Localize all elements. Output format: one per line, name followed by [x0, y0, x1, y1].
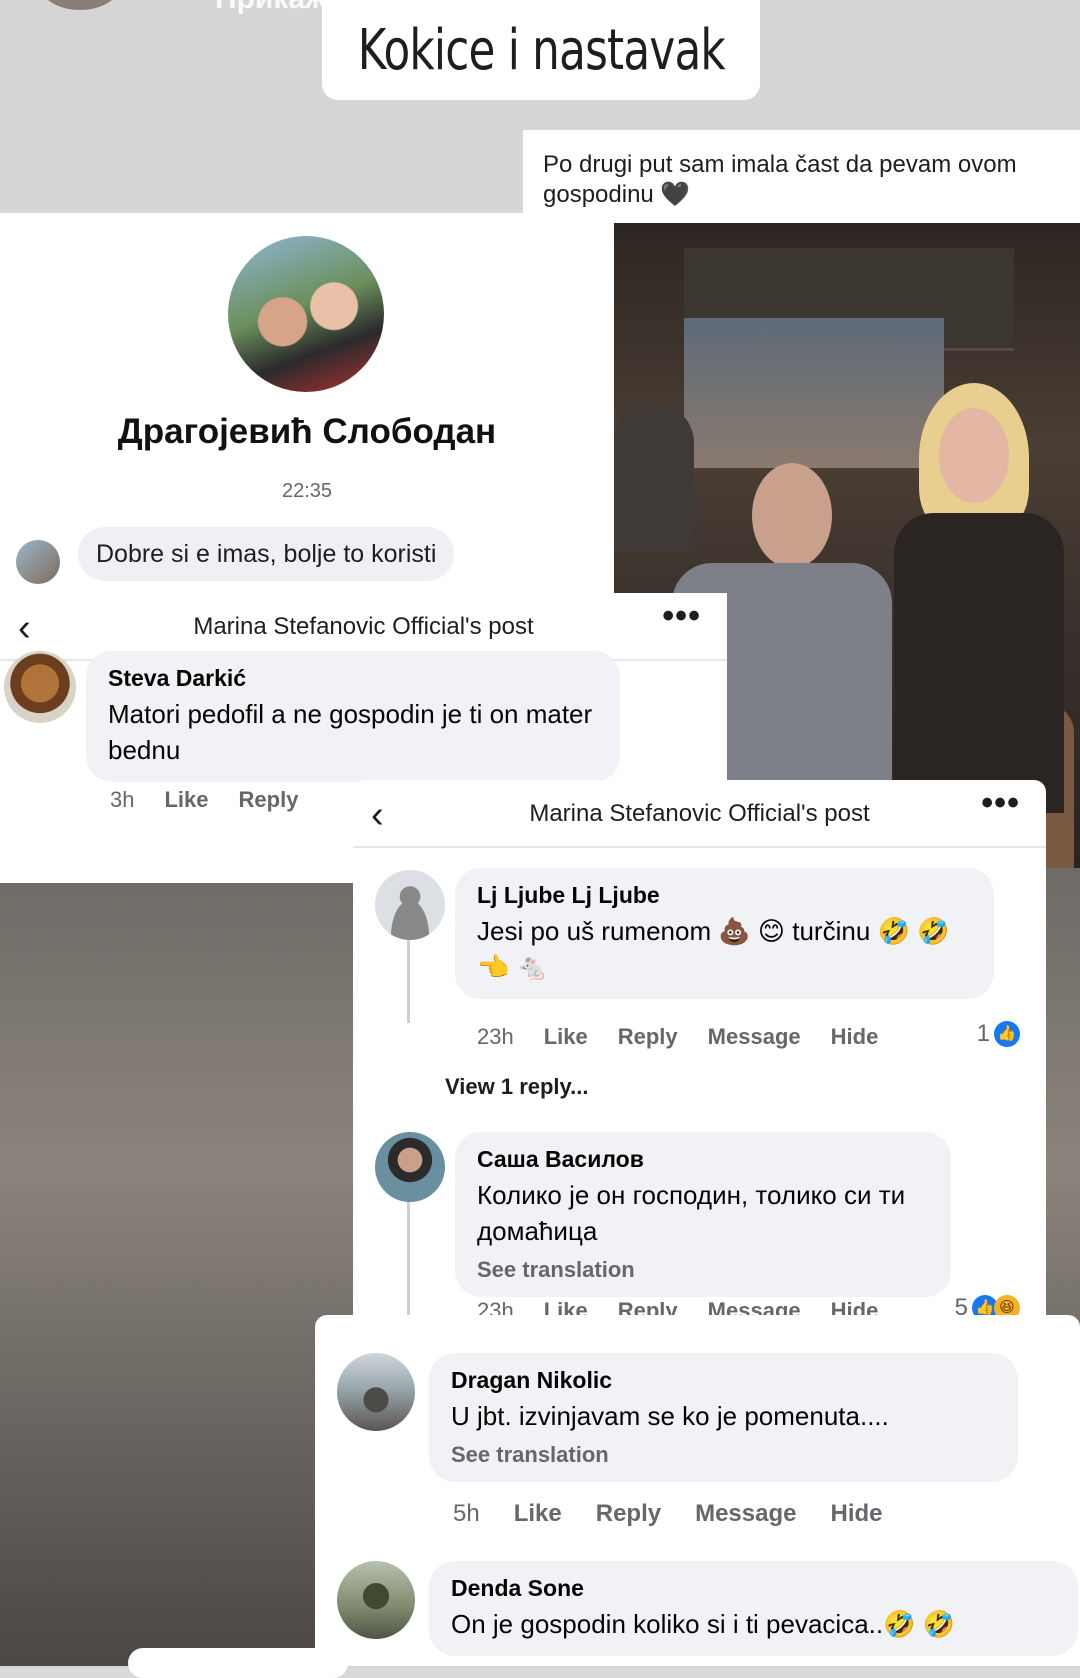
profile-name: Драгојевић Слободан — [117, 412, 497, 451]
comment-text: Jesi po uš rumenom 💩 😊 turčinu 🤣 🤣 👈 🐁 — [477, 916, 950, 982]
hide-button[interactable]: Hide — [830, 1500, 882, 1528]
comment-bubble: Dragan Nikolic U jbt. izvinjavam se ko j… — [429, 1353, 1018, 1482]
comment-time: 3h — [110, 787, 135, 812]
reply-button[interactable]: Reply — [596, 1500, 661, 1528]
reply-button[interactable]: Reply — [239, 787, 299, 813]
profile-avatar[interactable] — [228, 236, 384, 392]
like-button[interactable]: Like — [164, 787, 208, 813]
post-header-title: Marina Stefanovic Official's post — [529, 800, 870, 827]
comment-author[interactable]: Denda Sone — [451, 1575, 1056, 1602]
story-reply-bar[interactable] — [128, 1648, 348, 1678]
comment-text: U jbt. izvinjavam se ko je pomenuta.... — [451, 1401, 889, 1431]
like-reaction-icon: 👍 — [994, 1021, 1020, 1047]
comment-bubble: Саша Василов Колико је он господин, толи… — [455, 1132, 951, 1297]
more-dots-icon[interactable]: ••• — [662, 597, 701, 636]
sender-avatar[interactable] — [16, 540, 60, 584]
comment-time: 23h — [477, 1024, 514, 1049]
comment-actions: 23h Like Reply Message Hide — [477, 1024, 878, 1050]
comment-actions: 3h Like Reply — [110, 787, 298, 813]
story-title-box: Kokice i nastavak — [322, 0, 760, 100]
message-button[interactable]: Message — [695, 1500, 796, 1528]
photo-woman-face — [939, 408, 1009, 503]
message-button[interactable]: Message — [708, 1024, 801, 1050]
comment-author[interactable]: Dragan Nikolic — [451, 1367, 996, 1394]
reply-button[interactable]: Reply — [618, 1024, 678, 1050]
comment-avatar[interactable] — [337, 1561, 415, 1639]
see-translation-link[interactable]: See translation — [477, 1257, 929, 1283]
reaction-count: 1 — [976, 1020, 990, 1047]
message-timestamp: 22:35 — [281, 480, 333, 502]
caption-text: Po drugi put sam imala čast da pevam ovo… — [543, 151, 1017, 208]
comment-author[interactable]: Lj Ljube Lj Ljube — [477, 882, 972, 909]
comment-avatar[interactable] — [4, 651, 76, 723]
default-avatar-icon[interactable] — [375, 870, 445, 940]
comment-time: 5h — [453, 1500, 480, 1527]
comment-avatar[interactable] — [337, 1353, 415, 1431]
comment-actions: 5h Like Reply Message Hide — [453, 1500, 883, 1528]
post-header: ‹ Marina Stefanovic Official's post ••• — [353, 780, 1046, 848]
photo-man-head — [752, 463, 832, 568]
comment-author[interactable]: Steva Darkić — [108, 665, 598, 692]
post-header-title: Marina Stefanovic Official's post — [193, 613, 534, 640]
comment-avatar[interactable] — [375, 1132, 445, 1202]
comment-text: Колико је он господин, толико си ти дома… — [477, 1180, 906, 1246]
like-button[interactable]: Like — [514, 1500, 562, 1528]
photo-woman — [874, 383, 1074, 813]
reaction-summary[interactable]: 1 👍 — [977, 1020, 1020, 1048]
hide-button[interactable]: Hide — [831, 1024, 879, 1050]
like-button[interactable]: Like — [544, 1024, 588, 1050]
view-replies-link[interactable]: View 1 reply... — [445, 1074, 588, 1100]
photo-woman-body — [894, 513, 1064, 813]
comment-bubble: Lj Ljube Lj Ljube Jesi po uš rumenom 💩 😊… — [455, 868, 994, 999]
comment-text: Matori pedofil a ne gospodin je ti on ma… — [108, 699, 593, 765]
post-comments-panel-3: Dragan Nikolic U jbt. izvinjavam se ko j… — [315, 1315, 1080, 1666]
comment-bubble: Denda Sone On je gospodin koliko si i ti… — [429, 1561, 1078, 1656]
story-title: Kokice i nastavak — [357, 17, 725, 83]
comment-bubble: Steva Darkić Matori pedofil a ne gospodi… — [86, 651, 620, 782]
post-comments-panel-2: ‹ Marina Stefanovic Official's post ••• … — [353, 780, 1046, 1330]
message-bubble: Dobre si e imas, bolje to koristi — [78, 527, 455, 581]
comment-author[interactable]: Саша Василов — [477, 1146, 929, 1173]
more-dots-icon[interactable]: ••• — [981, 784, 1020, 823]
comment-text: On je gospodin koliko si i ti pevacica..… — [451, 1609, 956, 1639]
see-translation-link[interactable]: See translation — [451, 1442, 996, 1468]
